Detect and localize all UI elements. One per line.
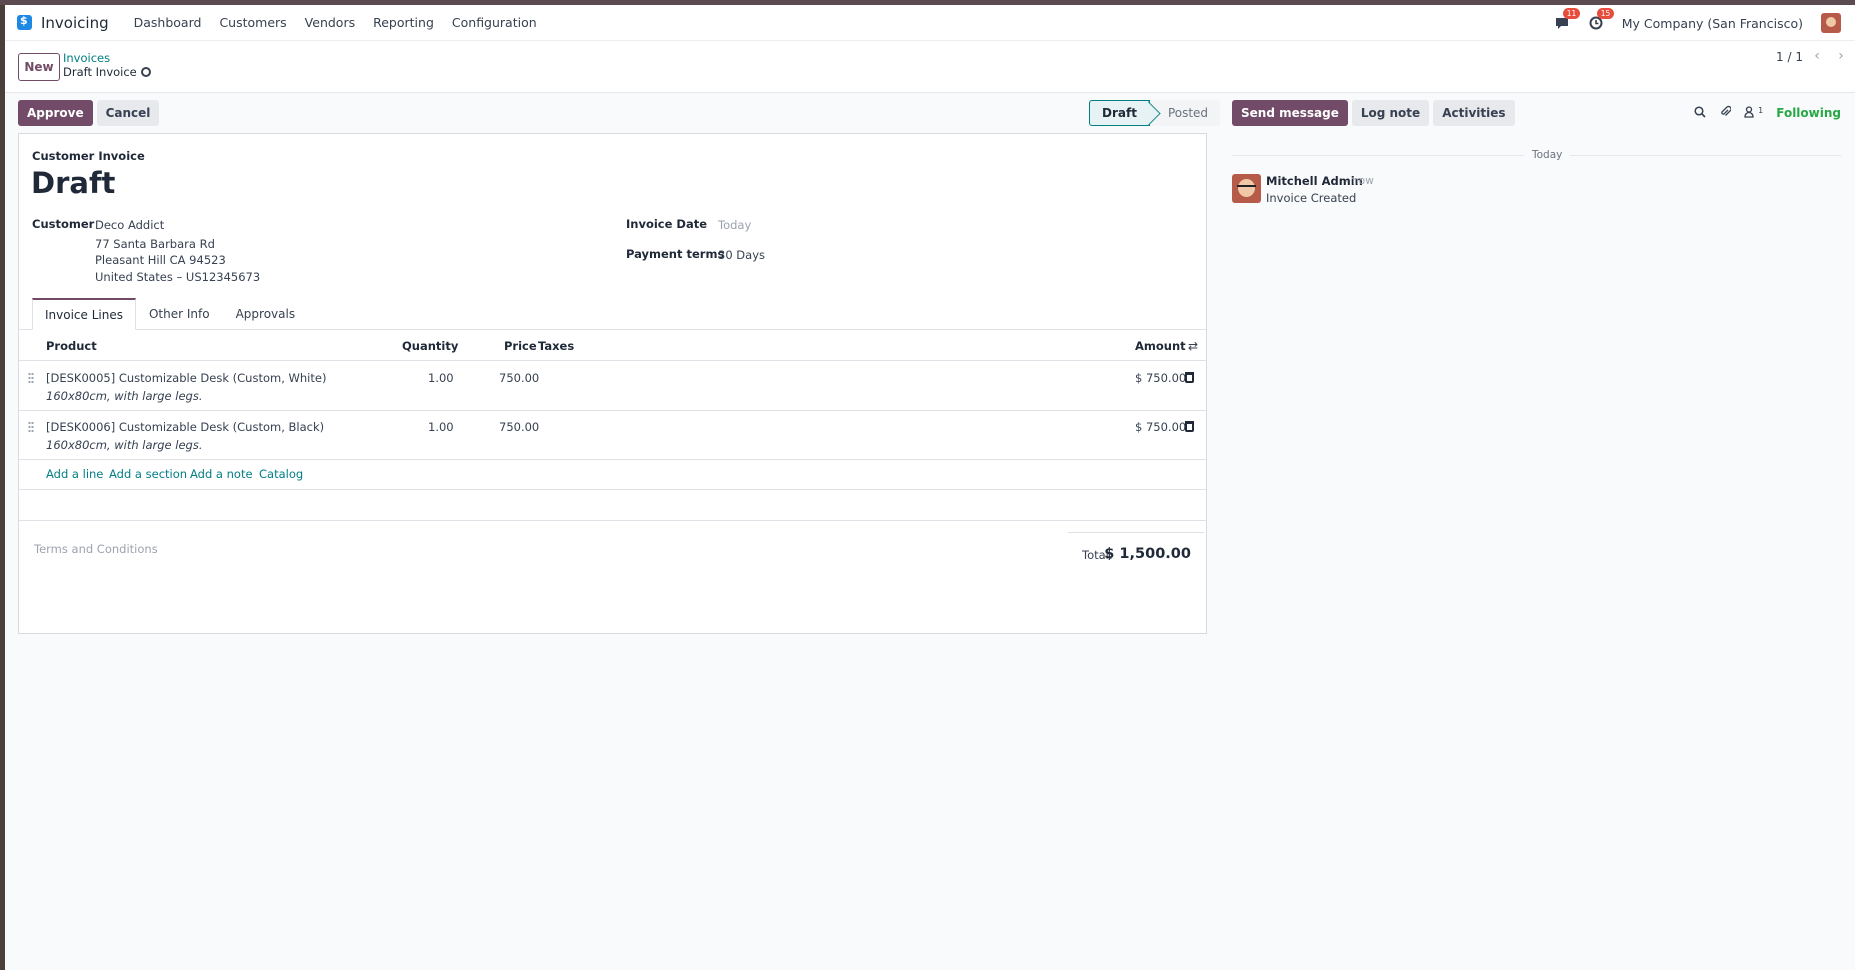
form-action-buttons: Approve Cancel: [18, 100, 160, 126]
col-quantity[interactable]: Quantity: [402, 339, 458, 353]
menu-dashboard[interactable]: Dashboard: [134, 15, 202, 30]
pager-previous-icon[interactable]: ‹: [1807, 46, 1827, 66]
line-product[interactable]: [DESK0005] Customizable Desk (Custom, Wh…: [46, 371, 326, 385]
search-icon[interactable]: [1694, 105, 1706, 121]
line-amount: $ 750.00: [1135, 371, 1187, 385]
add-line-link[interactable]: Add a line: [46, 467, 103, 481]
col-price[interactable]: Price: [504, 339, 537, 353]
drag-handle-icon[interactable]: [28, 372, 34, 384]
invoice-name: Draft: [31, 166, 116, 200]
col-taxes[interactable]: Taxes: [538, 339, 574, 353]
followers-count: 1: [1758, 105, 1764, 115]
line-description[interactable]: 160x80cm, with large legs.: [46, 389, 203, 403]
optional-columns-icon[interactable]: ⇄: [1188, 339, 1198, 353]
followers-icon[interactable]: 1: [1744, 106, 1763, 121]
customer-address-line3: United States – US12345673: [95, 270, 261, 284]
app-window: Invoicing Dashboard Customers Vendors Re…: [5, 5, 1855, 970]
messages-icon[interactable]: 11: [1554, 8, 1581, 31]
status-bar: Draft Posted: [1089, 100, 1221, 126]
log-note-button[interactable]: Log note: [1351, 100, 1430, 126]
new-button[interactable]: New: [18, 53, 60, 81]
app-name[interactable]: Invoicing: [41, 14, 109, 32]
breadcrumb-current-label: Draft Invoice: [63, 65, 137, 79]
breadcrumb-current: Draft Invoice: [63, 65, 151, 79]
menu-vendors[interactable]: Vendors: [305, 15, 355, 30]
line-price[interactable]: 750.00: [499, 371, 539, 385]
table-row[interactable]: [DESK0006] Customizable Desk (Custom, Bl…: [19, 411, 1206, 460]
add-section-link[interactable]: Add a section: [109, 467, 187, 481]
send-message-button[interactable]: Send message: [1232, 100, 1348, 126]
author-avatar[interactable]: [1232, 174, 1261, 203]
messages-badge: 11: [1562, 8, 1581, 19]
pager-next-icon[interactable]: ›: [1831, 46, 1851, 66]
paperclip-icon[interactable]: [1719, 105, 1732, 121]
chatter-actions: Send message Log note Activities: [1232, 100, 1515, 126]
col-amount[interactable]: Amount: [1135, 339, 1186, 353]
invoicing-app-icon[interactable]: [17, 14, 32, 30]
customer-label: Customer: [32, 217, 95, 231]
total-value: $ 1,500.00: [1104, 546, 1191, 562]
payment-terms-field[interactable]: 30 Days: [718, 247, 765, 264]
col-product[interactable]: Product: [46, 339, 97, 353]
totals-box: Total: $ 1,500.00: [1068, 532, 1204, 562]
tab-invoice-lines[interactable]: Invoice Lines: [32, 298, 136, 330]
date-separator-label: Today: [1524, 149, 1571, 161]
terms-conditions-field[interactable]: Terms and Conditions: [34, 542, 158, 556]
menu-customers[interactable]: Customers: [219, 15, 286, 30]
add-line-row: Add a line Add a section Add a note Cata…: [19, 459, 1206, 490]
notebook-tabs: Invoice Lines Other Info Approvals: [32, 298, 309, 330]
pager-value[interactable]: 1 / 1: [1776, 49, 1803, 65]
following-button[interactable]: Following: [1776, 106, 1841, 120]
drag-handle-icon[interactable]: [28, 421, 34, 433]
payment-terms-label: Payment terms: [626, 247, 725, 261]
delete-line-icon[interactable]: [1185, 421, 1194, 432]
empty-row: [19, 490, 1206, 521]
breadcrumb-invoices[interactable]: Invoices: [63, 51, 110, 65]
activities-button[interactable]: Activities: [1433, 100, 1515, 126]
navbar-systray: 11 15 My Company (San Francisco): [1554, 5, 1841, 41]
table-row[interactable]: [DESK0005] Customizable Desk (Custom, Wh…: [19, 362, 1206, 411]
line-product[interactable]: [DESK0006] Customizable Desk (Custom, Bl…: [46, 420, 324, 434]
tab-approvals[interactable]: Approvals: [222, 298, 309, 330]
activities-badge: 15: [1596, 8, 1615, 19]
customer-address-line1: 77 Santa Barbara Rd: [95, 237, 215, 251]
main-navbar: Invoicing Dashboard Customers Vendors Re…: [5, 5, 1855, 41]
gear-icon[interactable]: [140, 67, 151, 77]
add-note-link[interactable]: Add a note: [190, 467, 253, 481]
user-avatar[interactable]: [1821, 13, 1841, 33]
delete-line-icon[interactable]: [1185, 372, 1194, 383]
invoice-date-label: Invoice Date: [626, 217, 708, 231]
menu-configuration[interactable]: Configuration: [452, 15, 537, 30]
customer-field[interactable]: Deco Addict: [95, 217, 164, 234]
company-switcher[interactable]: My Company (San Francisco): [1622, 16, 1803, 31]
catalog-link[interactable]: Catalog: [259, 467, 303, 481]
invoice-date-field[interactable]: Today: [718, 218, 751, 232]
line-amount: $ 750.00: [1135, 420, 1187, 434]
line-quantity[interactable]: 1.00: [428, 420, 454, 434]
status-draft[interactable]: Draft: [1089, 100, 1150, 126]
customer-address-line2: Pleasant Hill CA 94523: [95, 253, 226, 267]
control-panel: New Invoices Draft Invoice 1 / 1 ‹ ›: [5, 41, 1855, 93]
line-quantity[interactable]: 1.00: [428, 371, 454, 385]
chatter-tools: 1 Following: [1694, 100, 1841, 126]
line-description[interactable]: 160x80cm, with large legs.: [46, 438, 203, 452]
move-type-label: Customer Invoice: [32, 149, 145, 163]
message-body: Invoice Created: [1266, 191, 1357, 205]
menu-reporting[interactable]: Reporting: [373, 15, 434, 30]
invoice-sheet: Customer Invoice Draft Customer Deco Add…: [18, 133, 1207, 634]
line-price[interactable]: 750.00: [499, 420, 539, 434]
approve-button[interactable]: Approve: [18, 100, 93, 126]
invoice-lines-header: Product Quantity Price Taxes Amount ⇄: [19, 330, 1206, 361]
message-time: - now: [1345, 175, 1374, 187]
tab-other-info[interactable]: Other Info: [135, 298, 223, 330]
activities-clock-icon[interactable]: 15: [1588, 8, 1615, 31]
cancel-button[interactable]: Cancel: [96, 100, 160, 126]
